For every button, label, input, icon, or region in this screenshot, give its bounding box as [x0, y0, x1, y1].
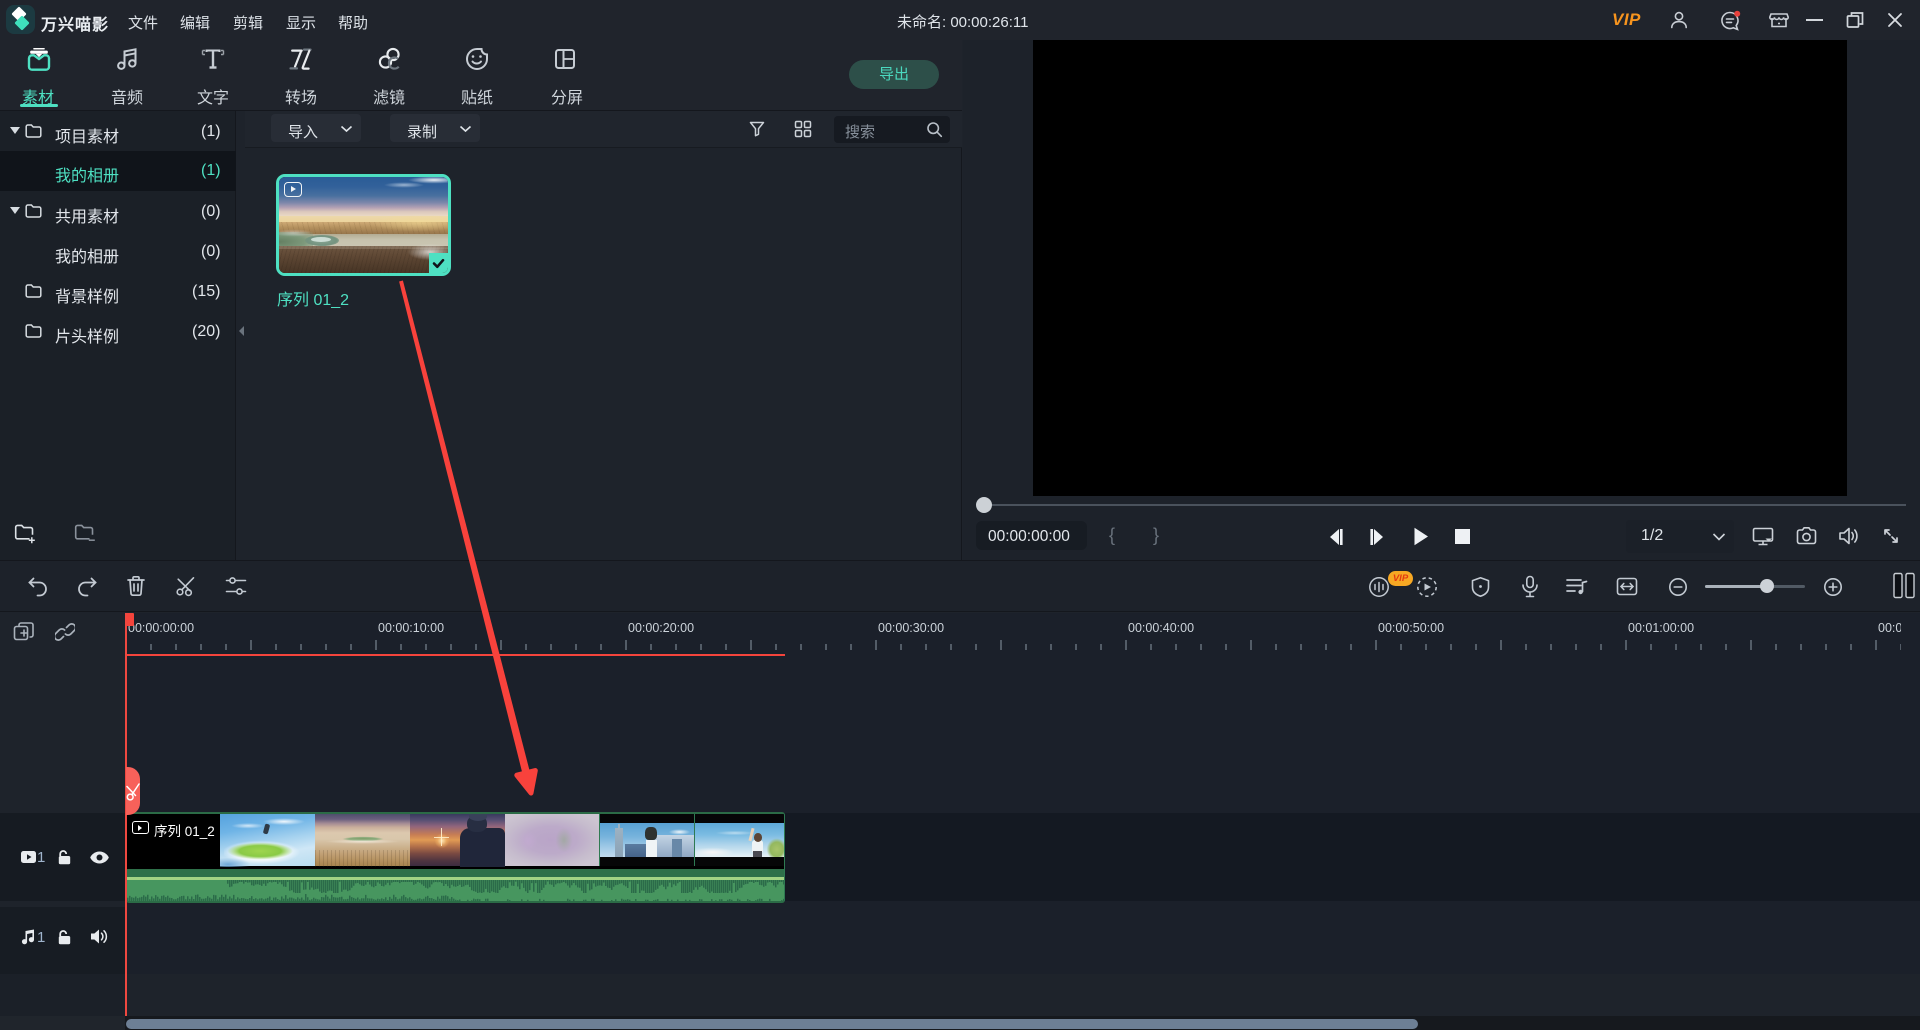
- svg-text:00:00:30:00: 00:00:30:00: [878, 621, 944, 635]
- svg-text:00:01:10:00: 00:01:10:00: [1878, 621, 1901, 635]
- svg-text:00:00:00:00: 00:00:00:00: [128, 621, 194, 635]
- svg-text:00:00:20:00: 00:00:20:00: [628, 621, 694, 635]
- svg-text:00:01:00:00: 00:01:00:00: [1628, 621, 1694, 635]
- svg-text:00:00:50:00: 00:00:50:00: [1378, 621, 1444, 635]
- svg-text:00:00:40:00: 00:00:40:00: [1128, 621, 1194, 635]
